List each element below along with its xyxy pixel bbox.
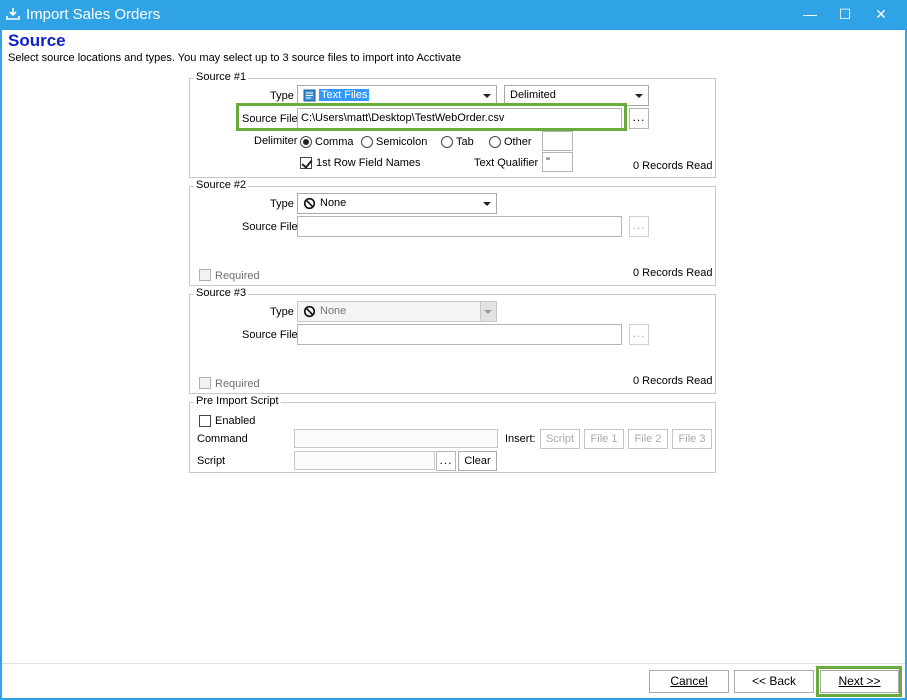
none-icon <box>303 305 316 318</box>
script-browse-button[interactable]: ... <box>436 451 456 471</box>
source-3-file-input[interactable] <box>297 324 622 345</box>
delimiter-tab-label[interactable]: Tab <box>456 136 474 148</box>
pre-import-enabled-label[interactable]: Enabled <box>215 415 255 427</box>
source-1-type-value: Text Files <box>319 89 370 101</box>
source-2-browse-button[interactable]: ... <box>629 216 649 237</box>
delimiter-semicolon-label[interactable]: Semicolon <box>376 136 427 148</box>
source-2-required-checkbox[interactable] <box>199 269 211 281</box>
source-3-type-select[interactable]: None <box>297 301 497 322</box>
delimiter-semicolon-radio[interactable] <box>361 136 373 148</box>
script-input[interactable] <box>294 451 435 470</box>
source-3-title: Source #3 <box>194 287 249 299</box>
window-title: Import Sales Orders <box>26 6 161 23</box>
script-clear-button[interactable]: Clear <box>458 451 497 471</box>
source-1-format-value: Delimited <box>510 89 556 101</box>
delimiter-label: Delimiter <box>254 135 298 147</box>
insert-file-1-button[interactable]: File 1 <box>584 429 624 449</box>
delimiter-tab-radio[interactable] <box>441 136 453 148</box>
source-3-type-label: Type <box>270 306 294 318</box>
command-input[interactable] <box>294 429 498 448</box>
delimiter-other-input[interactable] <box>542 131 573 151</box>
cancel-button[interactable]: Cancel <box>649 670 729 693</box>
source-2-group: Source #2 Type None Source File ... Requ… <box>189 179 716 286</box>
pre-import-script-group: Pre Import Script Enabled Command Insert… <box>189 395 716 473</box>
page-title: Source <box>8 31 66 50</box>
chevron-down-icon <box>483 94 491 98</box>
pre-import-script-title: Pre Import Script <box>194 395 281 407</box>
pre-import-enabled-checkbox[interactable] <box>199 415 211 427</box>
delimiter-other-label[interactable]: Other <box>504 136 532 148</box>
source-3-records-read: 0 Records Read <box>633 375 713 387</box>
script-label: Script <box>197 455 226 467</box>
delimiter-comma-label[interactable]: Comma <box>315 136 354 148</box>
source-3-file-label: Source File <box>242 329 298 341</box>
source-3-type-value: None <box>320 305 347 317</box>
delimiter-other-radio[interactable] <box>489 136 501 148</box>
download-icon <box>6 8 20 20</box>
command-label: Command <box>197 433 248 445</box>
source-1-browse-button[interactable]: ... <box>629 108 649 129</box>
source-2-title: Source #2 <box>194 179 249 191</box>
text-file-icon <box>303 89 316 102</box>
insert-script-button[interactable]: Script <box>540 429 580 449</box>
source-3-browse-button[interactable]: ... <box>629 324 649 345</box>
source-2-type-label: Type <box>270 198 294 210</box>
text-qualifier-label: Text Qualifier <box>474 157 539 169</box>
none-icon <box>303 197 316 210</box>
insert-file-2-button[interactable]: File 2 <box>628 429 668 449</box>
import-sales-orders-window: Import Sales Orders — ☐ ✕ Source Select … <box>0 0 907 700</box>
text-qualifier-input[interactable]: " <box>542 152 573 172</box>
footer-divider <box>2 663 905 664</box>
source-2-required-label: Required <box>215 270 260 282</box>
title-bar: Import Sales Orders — ☐ ✕ <box>0 0 907 30</box>
first-row-field-names-label[interactable]: 1st Row Field Names <box>316 157 421 169</box>
page-description: Select source locations and types. You m… <box>8 52 462 64</box>
delimiter-comma-radio[interactable] <box>300 136 312 148</box>
back-button[interactable]: << Back <box>734 670 814 693</box>
source-2-file-input[interactable] <box>297 216 622 237</box>
source-2-type-value: None <box>320 197 347 209</box>
minimize-button[interactable]: — <box>800 5 820 23</box>
first-row-field-names-checkbox[interactable] <box>300 157 312 169</box>
cancel-label: Cancel <box>670 674 708 688</box>
source-2-file-label: Source File <box>242 221 298 233</box>
source-3-required-checkbox[interactable] <box>199 377 211 389</box>
next-button-highlight <box>816 666 902 697</box>
source-2-type-select[interactable]: None <box>297 193 497 214</box>
close-button[interactable]: ✕ <box>871 5 891 23</box>
source-3-group: Source #3 Type None Source File ... Requ… <box>189 287 716 394</box>
source-file-highlight <box>236 103 627 131</box>
chevron-down-icon <box>483 202 491 206</box>
source-1-type-label: Type <box>270 90 294 102</box>
back-label: << Back <box>751 674 797 688</box>
chevron-down-icon <box>635 94 643 98</box>
source-2-records-read: 0 Records Read <box>633 267 713 279</box>
insert-label: Insert: <box>505 433 536 445</box>
source-1-records-read: 0 Records Read <box>633 160 713 172</box>
dialog-body: Source Select source locations and types… <box>2 30 905 698</box>
source-3-required-label: Required <box>215 378 260 390</box>
chevron-down-icon <box>484 310 492 314</box>
maximize-button[interactable]: ☐ <box>835 5 855 23</box>
source-1-title: Source #1 <box>194 71 249 83</box>
insert-file-3-button[interactable]: File 3 <box>672 429 712 449</box>
